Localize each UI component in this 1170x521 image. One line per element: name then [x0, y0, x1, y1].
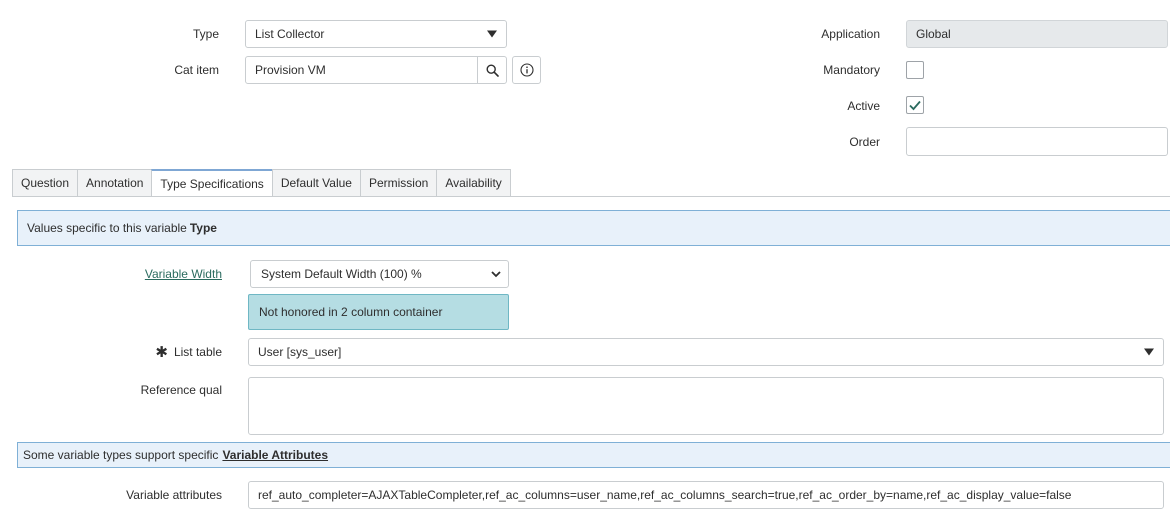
search-icon: [485, 63, 499, 77]
cat-item-label: Cat item: [174, 63, 219, 77]
application-value: Global: [916, 27, 951, 41]
tab-annotation[interactable]: Annotation: [77, 169, 152, 197]
attributes-banner: Some variable types support specific Var…: [17, 442, 1170, 468]
list-table-value: User [sys_user]: [258, 345, 342, 359]
tab-default-value[interactable]: Default Value: [271, 169, 360, 197]
application-field[interactable]: Global: [906, 20, 1168, 48]
type-select[interactable]: List Collector: [245, 20, 507, 48]
tab-bar: Question Annotation Type Specifications …: [12, 169, 511, 197]
reference-qual-label: Reference qual: [140, 383, 222, 397]
application-label: Application: [821, 27, 880, 41]
check-icon: [909, 100, 921, 111]
tab-question[interactable]: Question: [12, 169, 78, 197]
list-table-label: ✱ List table: [100, 344, 222, 361]
attributes-banner-text: Some variable types support specific: [23, 448, 219, 462]
variable-attributes-label: Variable attributes: [126, 488, 222, 502]
cat-item-value: Provision VM: [255, 63, 326, 77]
type-spec-banner-text: Values specific to this variable: [27, 221, 187, 235]
reference-qual-textarea[interactable]: [248, 377, 1164, 435]
variable-width-select[interactable]: System Default Width (100) %: [250, 260, 509, 288]
dropdown-caret-icon: [1144, 348, 1154, 356]
type-value: List Collector: [255, 27, 325, 41]
tab-permission[interactable]: Permission: [359, 169, 437, 197]
cat-item-input[interactable]: Provision VM: [245, 56, 478, 84]
variable-attributes-link[interactable]: Variable Attributes: [222, 448, 328, 462]
list-table-label-text: List table: [173, 345, 222, 359]
mandatory-checkbox[interactable]: [906, 61, 924, 79]
order-input[interactable]: [906, 127, 1168, 156]
info-icon: [519, 63, 534, 77]
list-table-select[interactable]: User [sys_user]: [248, 338, 1164, 366]
chevron-down-icon: [491, 271, 501, 278]
variable-width-note-text: Not honored in 2 column container: [259, 305, 443, 319]
variable-width-note: Not honored in 2 column container: [248, 294, 509, 330]
tab-availability[interactable]: Availability: [436, 169, 511, 197]
variable-attributes-value: ref_auto_completer=AJAXTableCompleter,re…: [258, 488, 1072, 502]
mandatory-label: Mandatory: [823, 63, 880, 77]
cat-item-info-button[interactable]: [512, 56, 541, 84]
tab-divider: [12, 196, 1170, 197]
tab-type-specifications[interactable]: Type Specifications: [151, 169, 272, 197]
type-spec-banner-bold: Type: [189, 221, 217, 235]
active-label: Active: [847, 99, 880, 113]
type-spec-banner: Values specific to this variable Type: [17, 210, 1170, 246]
dropdown-caret-icon: [487, 30, 497, 38]
variable-width-label[interactable]: Variable Width: [100, 267, 222, 281]
variable-width-value: System Default Width (100) %: [261, 267, 422, 281]
variable-width-link[interactable]: Variable Width: [145, 267, 222, 281]
order-label: Order: [849, 135, 880, 149]
active-checkbox[interactable]: [906, 96, 924, 114]
required-marker-icon: ✱: [155, 344, 168, 361]
variable-attributes-input[interactable]: ref_auto_completer=AJAXTableCompleter,re…: [248, 481, 1164, 509]
cat-item-search-button[interactable]: [477, 56, 507, 84]
type-label: Type: [192, 27, 219, 41]
